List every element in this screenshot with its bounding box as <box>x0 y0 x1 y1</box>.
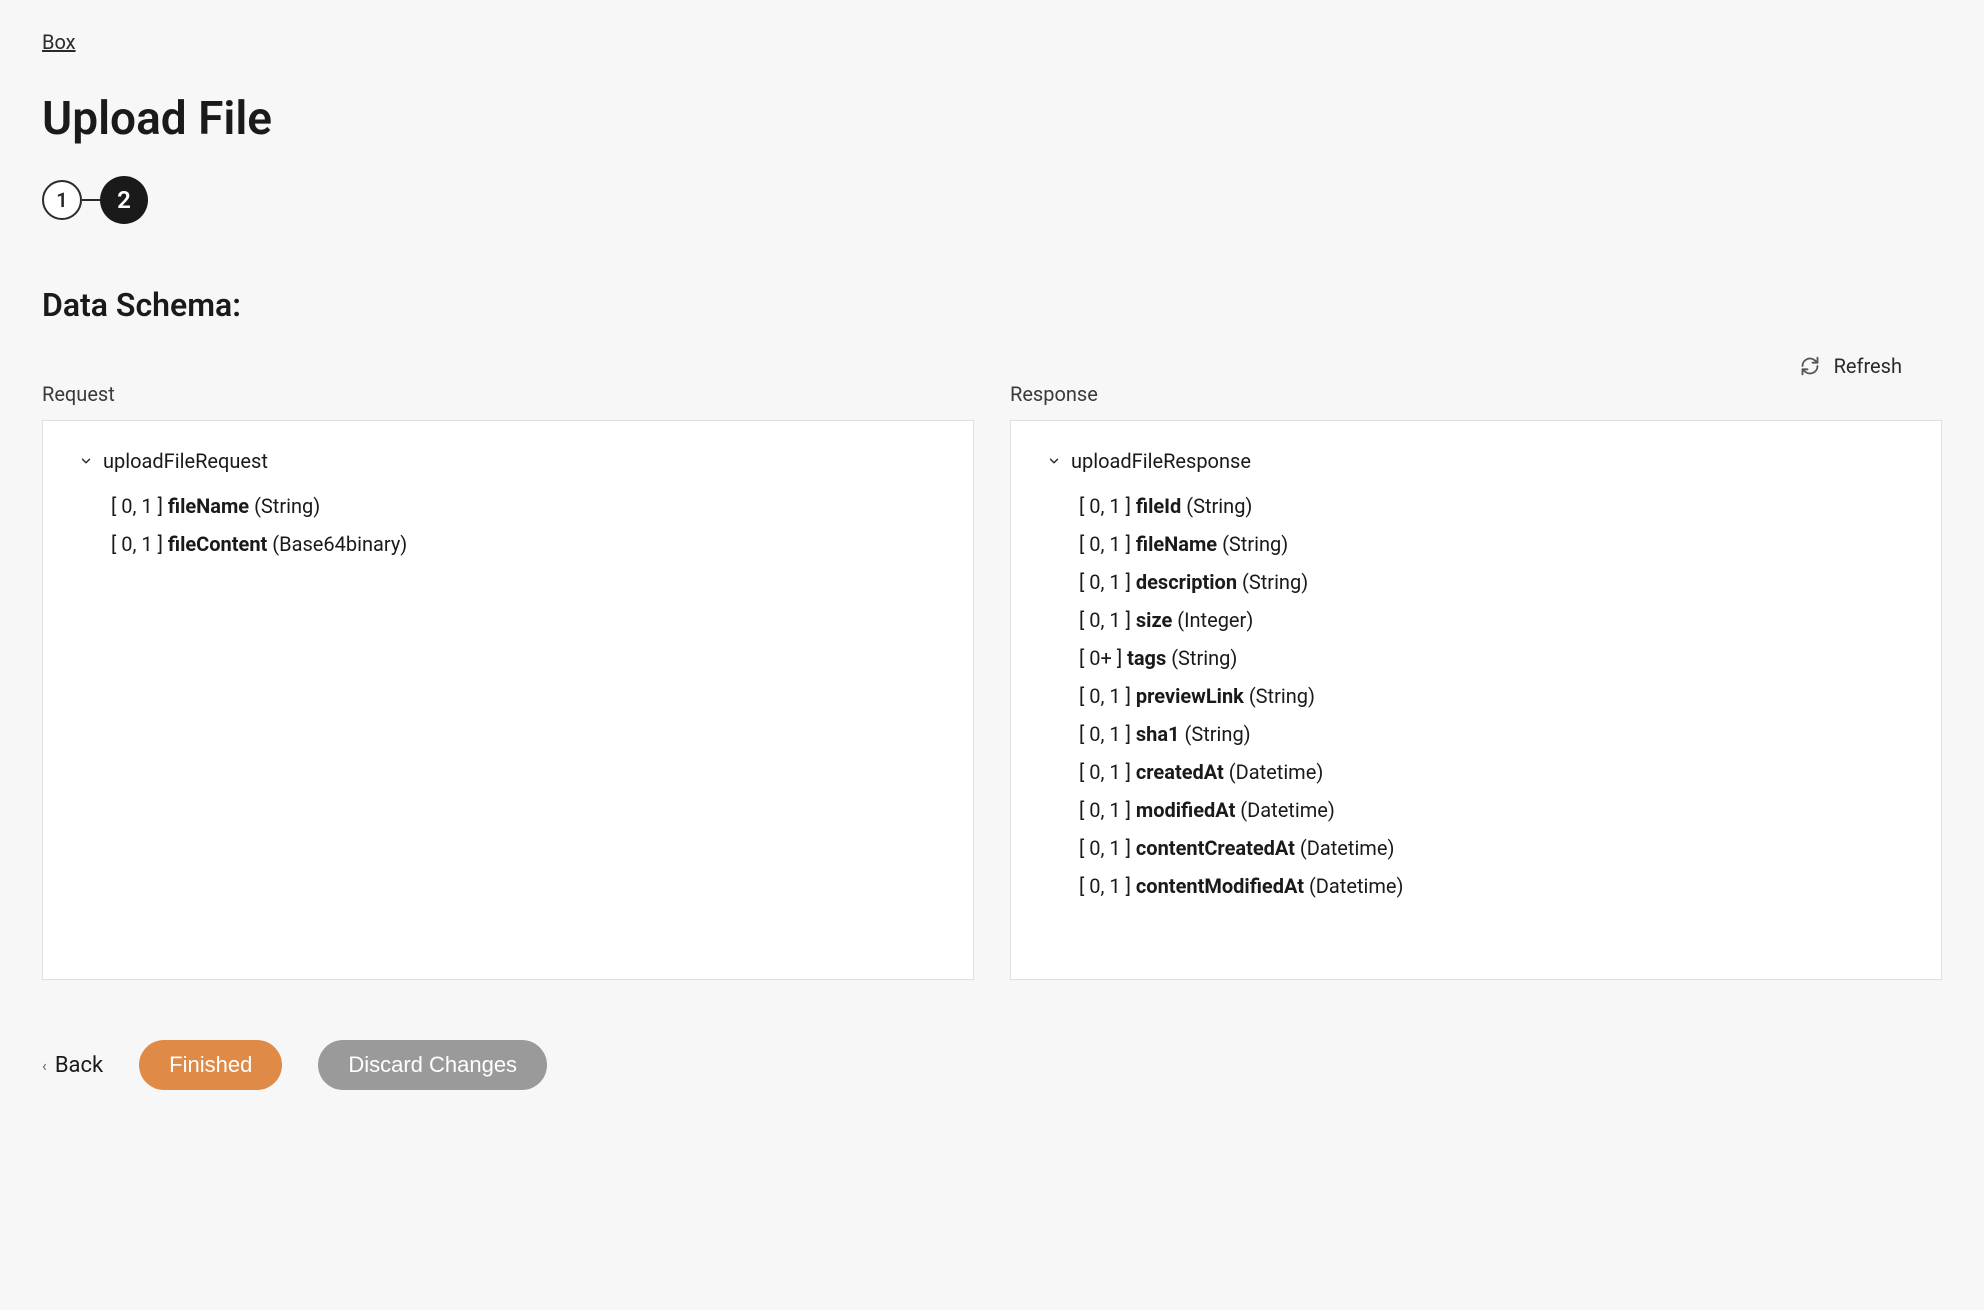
field-type: (Datetime) <box>1304 874 1403 898</box>
field-name: contentModifiedAt <box>1136 874 1304 898</box>
field-type: (String) <box>249 494 320 518</box>
chevron-left-icon: ‹ <box>42 1056 47 1075</box>
field-type: (Datetime) <box>1295 836 1394 860</box>
field-cardinality: [ 0, 1 ] <box>111 494 168 518</box>
field-cardinality: [ 0, 1 ] <box>1079 760 1136 784</box>
chevron-down-icon <box>79 454 93 468</box>
schema-field[interactable]: [ 0, 1 ] fileName (String) <box>111 487 937 525</box>
response-root-name: uploadFileResponse <box>1071 449 1251 473</box>
field-name: modifiedAt <box>1136 798 1235 822</box>
field-cardinality: [ 0, 1 ] <box>1079 874 1136 898</box>
field-name: tags <box>1127 646 1166 670</box>
step-1[interactable]: 1 <box>42 180 82 220</box>
field-cardinality: [ 0, 1 ] <box>111 532 168 556</box>
section-title: Data Schema: <box>42 286 1942 324</box>
schema-field[interactable]: [ 0, 1 ] previewLink (String) <box>1079 677 1905 715</box>
refresh-label: Refresh <box>1834 354 1902 378</box>
field-name: sha1 <box>1136 722 1180 746</box>
field-type: (String) <box>1244 684 1315 708</box>
field-type: (Integer) <box>1172 608 1253 632</box>
chevron-down-icon <box>1047 454 1061 468</box>
schema-field[interactable]: [ 0, 1 ] sha1 (String) <box>1079 715 1905 753</box>
request-column: Request uploadFileRequest [ 0, 1 ] fileN… <box>42 382 974 980</box>
field-name: size <box>1136 608 1172 632</box>
field-cardinality: [ 0, 1 ] <box>1079 798 1136 822</box>
discard-changes-button[interactable]: Discard Changes <box>318 1040 547 1090</box>
schema-area: Refresh Request uploadFileRequest [ 0, 1… <box>42 354 1942 980</box>
field-type: (Base64binary) <box>267 532 407 556</box>
field-cardinality: [ 0, 1 ] <box>1079 836 1136 860</box>
request-tree-root[interactable]: uploadFileRequest <box>79 449 937 473</box>
schema-field[interactable]: [ 0, 1 ] fileName (String) <box>1079 525 1905 563</box>
response-panel: uploadFileResponse [ 0, 1 ] fileId (Stri… <box>1010 420 1942 980</box>
field-cardinality: [ 0, 1 ] <box>1079 608 1136 632</box>
schema-field[interactable]: [ 0, 1 ] fileContent (Base64binary) <box>111 525 937 563</box>
field-type: (String) <box>1237 570 1308 594</box>
field-name: fileName <box>1136 532 1217 556</box>
schema-field[interactable]: [ 0, 1 ] description (String) <box>1079 563 1905 601</box>
field-cardinality: [ 0, 1 ] <box>1079 532 1136 556</box>
field-name: fileId <box>1136 494 1181 518</box>
footer-actions: ‹ Back Finished Discard Changes <box>42 1040 1942 1090</box>
schema-field[interactable]: [ 0, 1 ] size (Integer) <box>1079 601 1905 639</box>
field-name: previewLink <box>1136 684 1244 708</box>
field-name: contentCreatedAt <box>1136 836 1295 860</box>
back-button[interactable]: ‹ Back <box>42 1053 103 1078</box>
field-name: description <box>1136 570 1237 594</box>
response-column: Response uploadFileResponse [ 0, 1 ] fil… <box>1010 382 1942 980</box>
field-type: (String) <box>1166 646 1237 670</box>
field-cardinality: [ 0+ ] <box>1079 646 1127 670</box>
request-root-name: uploadFileRequest <box>103 449 268 473</box>
step-2[interactable]: 2 <box>100 176 148 224</box>
field-cardinality: [ 0, 1 ] <box>1079 684 1136 708</box>
field-type: (Datetime) <box>1224 760 1323 784</box>
response-label: Response <box>1010 382 1942 406</box>
response-fields: [ 0, 1 ] fileId (String)[ 0, 1 ] fileNam… <box>1047 487 1905 905</box>
schema-columns: Request uploadFileRequest [ 0, 1 ] fileN… <box>42 382 1942 980</box>
page-title: Upload File <box>42 92 1942 146</box>
field-name: fileName <box>168 494 249 518</box>
stepper: 1 2 <box>42 176 1942 224</box>
request-panel: uploadFileRequest [ 0, 1 ] fileName (Str… <box>42 420 974 980</box>
field-name: fileContent <box>168 532 267 556</box>
field-type: (String) <box>1181 494 1252 518</box>
finished-button[interactable]: Finished <box>139 1040 282 1090</box>
refresh-button[interactable]: Refresh <box>42 354 1942 378</box>
field-type: (Datetime) <box>1235 798 1334 822</box>
request-label: Request <box>42 382 974 406</box>
field-type: (String) <box>1180 722 1251 746</box>
breadcrumb: Box <box>42 30 1942 54</box>
request-fields: [ 0, 1 ] fileName (String)[ 0, 1 ] fileC… <box>79 487 937 563</box>
field-type: (String) <box>1217 532 1288 556</box>
response-tree-root[interactable]: uploadFileResponse <box>1047 449 1905 473</box>
field-cardinality: [ 0, 1 ] <box>1079 570 1136 594</box>
schema-field[interactable]: [ 0, 1 ] fileId (String) <box>1079 487 1905 525</box>
field-name: createdAt <box>1136 760 1224 784</box>
schema-field[interactable]: [ 0+ ] tags (String) <box>1079 639 1905 677</box>
back-label: Back <box>55 1053 103 1078</box>
refresh-icon <box>1800 356 1820 376</box>
field-cardinality: [ 0, 1 ] <box>1079 722 1136 746</box>
schema-field[interactable]: [ 0, 1 ] modifiedAt (Datetime) <box>1079 791 1905 829</box>
breadcrumb-link-box[interactable]: Box <box>42 30 76 54</box>
field-cardinality: [ 0, 1 ] <box>1079 494 1136 518</box>
schema-field[interactable]: [ 0, 1 ] createdAt (Datetime) <box>1079 753 1905 791</box>
schema-field[interactable]: [ 0, 1 ] contentModifiedAt (Datetime) <box>1079 867 1905 905</box>
step-connector <box>82 199 100 201</box>
schema-field[interactable]: [ 0, 1 ] contentCreatedAt (Datetime) <box>1079 829 1905 867</box>
